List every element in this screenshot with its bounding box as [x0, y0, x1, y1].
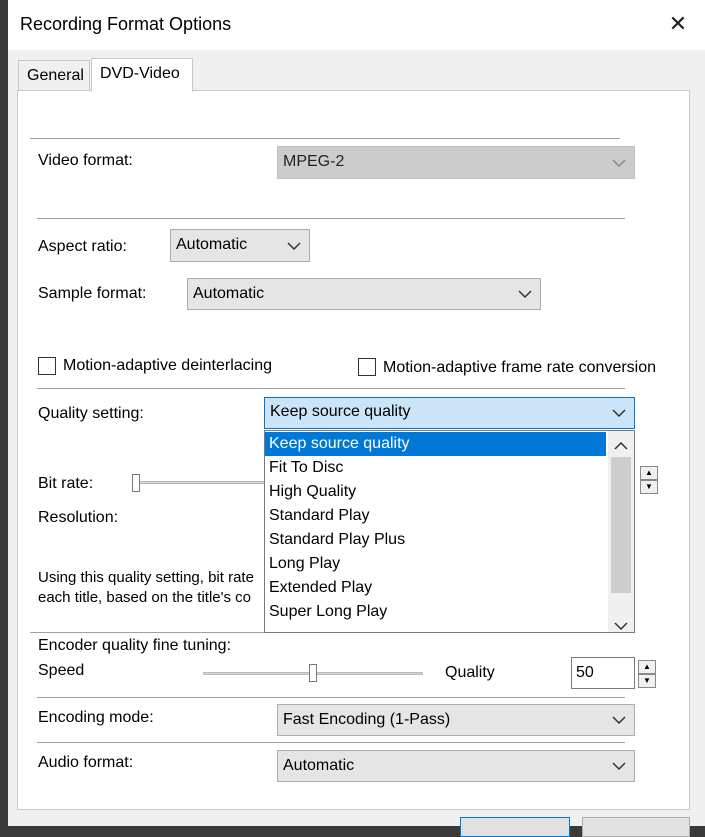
- bit-rate-slider-handle[interactable]: [132, 474, 140, 492]
- tab-general[interactable]: General: [18, 60, 90, 90]
- quality-dropdown-list: Keep source quality Fit To Disc High Qua…: [264, 430, 635, 633]
- chevron-down-icon: [612, 398, 626, 428]
- sample-format-value: Automatic: [193, 285, 265, 302]
- resolution-label: Resolution:: [38, 509, 119, 526]
- tab-dvd-video[interactable]: DVD-Video: [91, 58, 193, 92]
- chevron-down-icon: [612, 147, 626, 178]
- video-format-select: MPEG-2: [277, 146, 635, 179]
- description-line-1: Using this quality setting, bit rate: [38, 569, 254, 586]
- audio-format-value: Automatic: [283, 757, 355, 774]
- separator: [37, 218, 625, 219]
- separator: [37, 742, 625, 743]
- aspect-ratio-value: Automatic: [176, 236, 248, 253]
- quality-spin-down[interactable]: ▼: [638, 674, 656, 688]
- bit-rate-spin-down[interactable]: ▼: [640, 480, 658, 494]
- encoding-mode-select[interactable]: Fast Encoding (1-Pass): [277, 704, 635, 736]
- bit-rate-slider-track[interactable]: [135, 481, 267, 484]
- encoding-mode-value: Fast Encoding (1-Pass): [283, 711, 451, 728]
- chevron-down-icon: [612, 751, 626, 781]
- quality-option-keep-source[interactable]: Keep source quality: [265, 432, 606, 456]
- window-title: Recording Format Options: [20, 14, 232, 34]
- chevron-down-icon: [612, 705, 626, 735]
- quality-option-standard-play-plus[interactable]: Standard Play Plus: [265, 528, 606, 552]
- video-format-value: MPEG-2: [283, 153, 345, 170]
- bit-rate-spin-up[interactable]: ▲: [640, 466, 658, 480]
- bit-rate-label: Bit rate:: [38, 475, 94, 492]
- close-icon[interactable]: ✕: [664, 10, 692, 38]
- sample-format-select[interactable]: Automatic: [187, 278, 541, 310]
- encoder-tuning-label: Encoder quality fine tuning:: [38, 637, 232, 654]
- deinterlacing-label: Motion-adaptive deinterlacing: [63, 357, 273, 374]
- video-format-label: Video format:: [38, 152, 133, 169]
- scrollbar-thumb[interactable]: [611, 457, 631, 593]
- speed-label: Speed: [38, 662, 85, 679]
- quality-option-high-quality[interactable]: High Quality: [265, 480, 606, 504]
- quality-option-extended-play[interactable]: Extended Play: [265, 576, 606, 600]
- separator: [37, 388, 625, 389]
- quality-option-long-play[interactable]: Long Play: [265, 552, 606, 576]
- sample-format-label: Sample format:: [38, 285, 147, 302]
- chevron-up-icon[interactable]: [614, 437, 628, 455]
- ok-button[interactable]: [460, 817, 570, 837]
- quality-setting-select[interactable]: Keep source quality: [264, 397, 635, 429]
- description-line-2: each title, based on the title's co: [38, 589, 251, 606]
- encoder-slider-handle[interactable]: [309, 664, 317, 682]
- aspect-ratio-select[interactable]: Automatic: [170, 229, 310, 262]
- frame-rate-checkbox[interactable]: [358, 358, 376, 376]
- quality-option-standard-play[interactable]: Standard Play: [265, 504, 606, 528]
- dropdown-scrollbar[interactable]: [608, 431, 634, 632]
- quality-label: Quality: [445, 664, 495, 681]
- quality-value-input[interactable]: 50: [571, 657, 635, 689]
- separator: [37, 697, 625, 698]
- quality-option-fit-to-disc[interactable]: Fit To Disc: [265, 456, 606, 480]
- audio-format-select[interactable]: Automatic: [277, 750, 635, 782]
- aspect-ratio-label: Aspect ratio:: [38, 238, 127, 255]
- quality-setting-value: Keep source quality: [270, 403, 411, 420]
- encoding-mode-label: Encoding mode:: [38, 709, 154, 726]
- deinterlacing-checkbox[interactable]: [38, 357, 56, 375]
- audio-format-label: Audio format:: [38, 754, 134, 771]
- quality-option-super-long-play[interactable]: Super Long Play: [265, 600, 606, 624]
- cancel-button[interactable]: [582, 817, 690, 837]
- frame-rate-label: Motion-adaptive frame rate conversion: [383, 359, 657, 376]
- quality-setting-label: Quality setting:: [38, 405, 144, 422]
- separator: [30, 138, 620, 139]
- quality-spin-up[interactable]: ▲: [638, 660, 656, 674]
- chevron-down-icon: [518, 279, 532, 309]
- chevron-down-icon: [287, 230, 301, 261]
- chevron-down-icon[interactable]: [614, 617, 628, 632]
